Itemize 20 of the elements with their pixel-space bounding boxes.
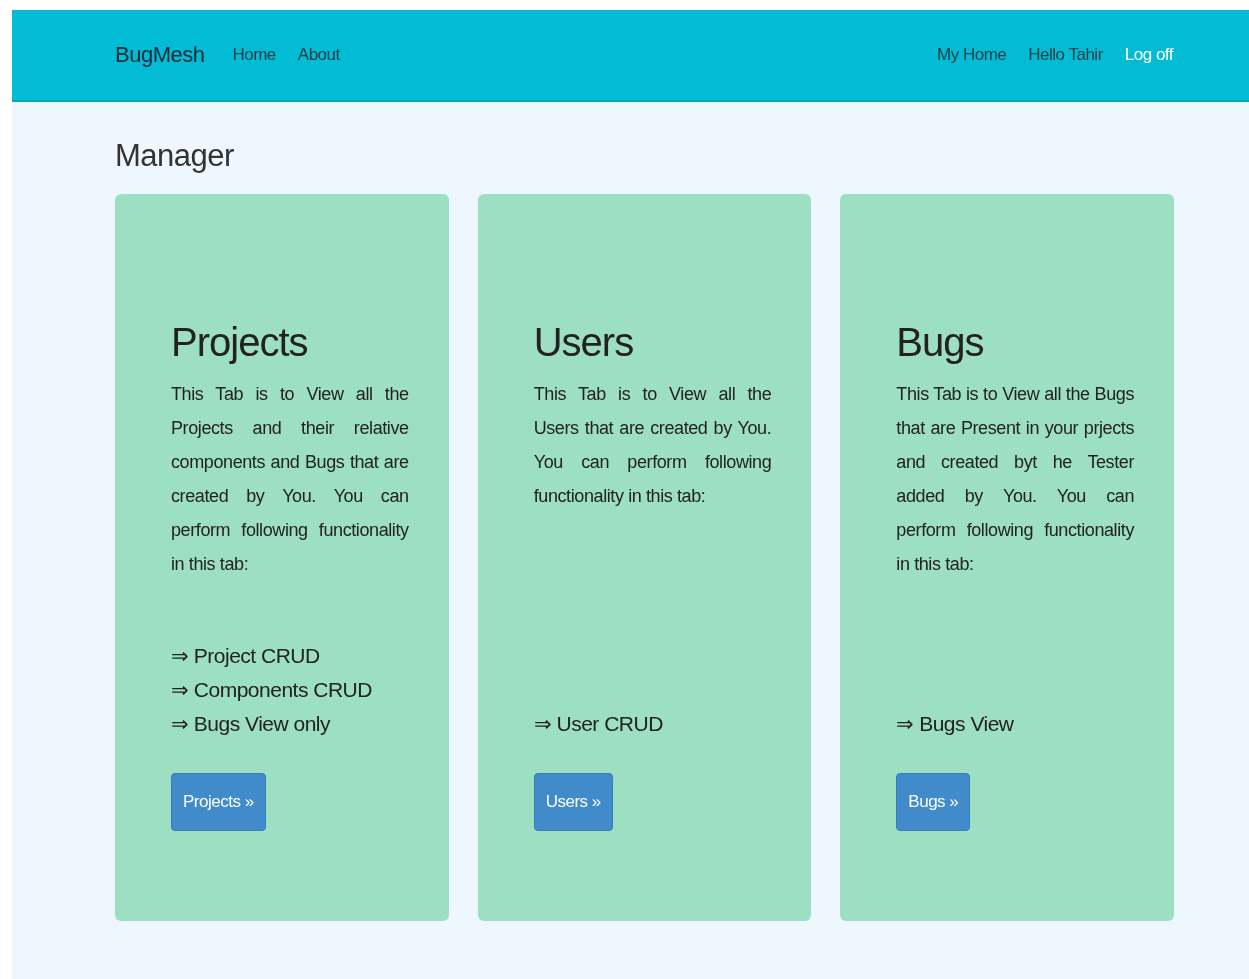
card-title: Projects xyxy=(171,320,308,365)
nav-link[interactable]: Home xyxy=(232,45,276,65)
card-description: This Tab is to View all the Projects and their relative components and Bugs that are created by You. You can perform following functionality in this tab: xyxy=(171,383,409,576)
feature-item: ⇒ Project CRUD xyxy=(171,643,321,669)
brand-link[interactable]: BugMesh xyxy=(115,42,205,68)
feature-item: ⇒ Bugs View only xyxy=(171,711,332,737)
nav-link[interactable]: About xyxy=(297,45,340,65)
card-button[interactable]: Projects » xyxy=(171,773,266,831)
card-description: This Tab is to View all the Users that are created by You. You can perform following functionality in this tab: xyxy=(533,383,772,508)
card-title: Users xyxy=(533,320,634,365)
card-description: This Tab is to View all the Bugs that are Present in your prjects and created byt he Tester added by You. You can perform following functionality in this tab: xyxy=(896,383,1134,576)
card-button[interactable]: Bugs » xyxy=(896,773,971,831)
page-heading: Manager xyxy=(115,138,235,174)
feature-item: ⇒ Bugs View xyxy=(896,711,1014,737)
nav-link[interactable]: My Home xyxy=(937,45,1007,65)
nav-link[interactable]: Hello Tahir xyxy=(1028,45,1103,65)
feature-item: ⇒ Components CRUD xyxy=(171,677,372,703)
card-title: Bugs xyxy=(896,320,984,365)
card-button[interactable]: Users » xyxy=(533,773,613,831)
feature-item: ⇒ User CRUD xyxy=(533,711,663,737)
